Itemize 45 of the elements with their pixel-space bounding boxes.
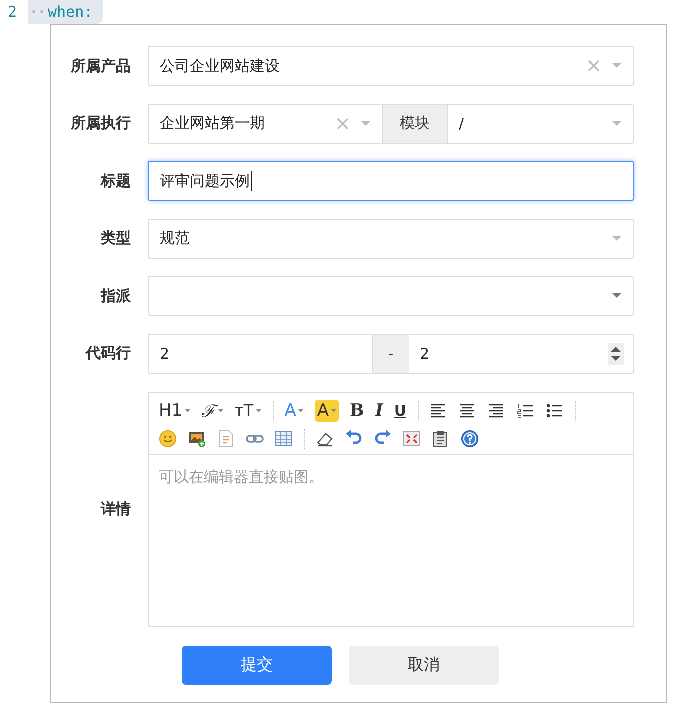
- font-color-button[interactable]: A: [284, 400, 304, 422]
- caret-icon: [330, 408, 337, 413]
- select-field[interactable]: /: [447, 104, 634, 144]
- table-icon[interactable]: [275, 430, 293, 448]
- smiley-icon[interactable]: [159, 430, 177, 448]
- field-label: 标题: [100, 172, 131, 191]
- select-field[interactable]: 规范: [148, 218, 634, 259]
- caret-icon: [256, 408, 262, 413]
- font-button[interactable]: ℱ: [202, 400, 224, 422]
- align-center-icon[interactable]: [458, 402, 476, 420]
- code-text: when:: [48, 3, 94, 21]
- submit-button[interactable]: 提交: [182, 646, 332, 685]
- rich-text-editor[interactable]: H1 ℱ ᴛT A A B I U 可以在编辑器直接贴图。: [148, 392, 634, 627]
- fullscreen-icon[interactable]: [403, 430, 421, 448]
- bold-button[interactable]: B: [350, 400, 364, 422]
- text-field[interactable]: 评审问题示例: [148, 161, 634, 202]
- code-file-icon[interactable]: [217, 430, 235, 448]
- addon-label: 模块: [383, 104, 447, 144]
- whitespace-icon: [32, 10, 46, 14]
- caret-icon: [218, 408, 224, 413]
- heading-button[interactable]: H1: [159, 400, 191, 422]
- help-icon[interactable]: [461, 430, 479, 448]
- bullet-list-icon[interactable]: [546, 402, 564, 420]
- font-size-button[interactable]: ᴛT: [234, 400, 262, 422]
- caret-icon: [298, 408, 304, 413]
- number-field[interactable]: 2: [148, 334, 372, 374]
- field-label: 代码行: [84, 344, 131, 364]
- editor-placeholder: 可以在编辑器直接贴图。: [159, 468, 324, 486]
- align-right-icon[interactable]: [488, 402, 506, 420]
- numbered-list-icon[interactable]: [516, 402, 534, 420]
- caret-icon[interactable]: [612, 293, 622, 300]
- clipboard-icon[interactable]: [432, 430, 450, 448]
- caret-icon: [184, 408, 191, 413]
- field-label: 指派: [100, 286, 131, 306]
- line-number: 2: [8, 3, 18, 21]
- field-label: 类型: [100, 229, 131, 248]
- field-label: 所属执行: [70, 114, 131, 134]
- field-label: 所属产品: [70, 56, 131, 76]
- field-label: 详情: [100, 500, 131, 519]
- underline-button[interactable]: U: [394, 400, 406, 422]
- italic-button[interactable]: I: [375, 400, 384, 422]
- image-icon[interactable]: [188, 430, 206, 448]
- align-left-icon[interactable]: [430, 402, 448, 420]
- highlight-button[interactable]: A: [315, 400, 339, 422]
- cancel-button[interactable]: 取消: [349, 646, 499, 685]
